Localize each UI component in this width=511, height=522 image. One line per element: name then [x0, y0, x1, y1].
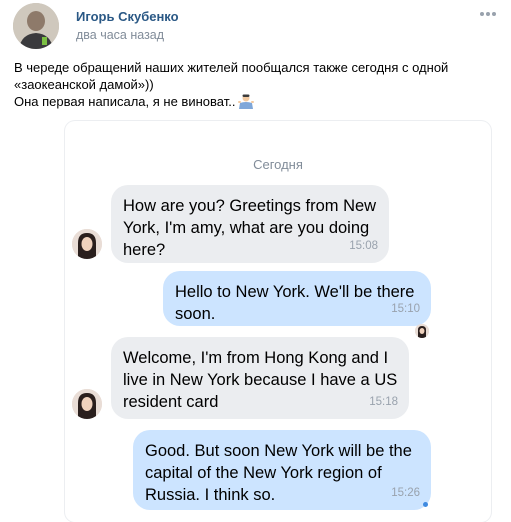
chat-screenshot: Сегодня How are you? Greetings from New … — [65, 121, 491, 522]
message-line: Russia. I think so. — [145, 486, 276, 504]
message-line: live in New York because I have a US — [123, 371, 398, 389]
message-time: 15:10 — [391, 303, 420, 315]
post-text-line: «заокеанской дамой»)) — [14, 77, 154, 92]
post-text-line: В череде обращений наших жителей пообщал… — [14, 60, 449, 75]
message-bubble-outgoing: Good. But soon New York will be the capi… — [133, 430, 431, 510]
message-time: 15:18 — [369, 396, 398, 408]
message-line: capital of the New York region of — [145, 464, 382, 482]
contact-avatar[interactable] — [72, 389, 102, 419]
read-receipt-avatar — [415, 324, 429, 338]
message-line: Welcome, I'm from Hong Kong and I — [123, 349, 389, 367]
message-bubble-incoming: How are you? Greetings from New York, I'… — [111, 185, 389, 263]
post-text-line: Она первая написала, я не виноват.. — [14, 94, 236, 109]
unread-dot-icon — [423, 502, 428, 507]
message-line: resident card — [123, 393, 219, 411]
contact-avatar[interactable] — [72, 229, 102, 259]
message-time: 15:08 — [349, 240, 378, 252]
post-header: Игорь Скубенко два часа назад — [0, 0, 511, 58]
message-line: soon. — [175, 305, 216, 323]
message-bubble-outgoing: Hello to New York. We'll be there soon. … — [163, 271, 431, 326]
message-line: here? — [123, 241, 166, 259]
message-line: How are you? Greetings from New — [123, 197, 377, 215]
post-timestamp[interactable]: два часа назад — [76, 28, 164, 42]
author-avatar[interactable] — [13, 3, 59, 49]
post-text: В череде обращений наших жителей пообщал… — [14, 59, 494, 113]
message-line: Good. But soon New York will be the — [145, 442, 412, 460]
message-time: 15:26 — [391, 487, 420, 499]
person-shrugging-emoji — [238, 93, 255, 113]
message-bubble-incoming: Welcome, I'm from Hong Kong and I live i… — [111, 337, 409, 419]
author-name[interactable]: Игорь Скубенко — [76, 9, 179, 24]
more-options-icon[interactable] — [478, 6, 498, 22]
message-line: York, I'm amy, what are you doing — [123, 219, 370, 237]
message-line: Hello to New York. We'll be there — [175, 283, 415, 301]
chat-date-label: Сегодня — [253, 157, 303, 172]
